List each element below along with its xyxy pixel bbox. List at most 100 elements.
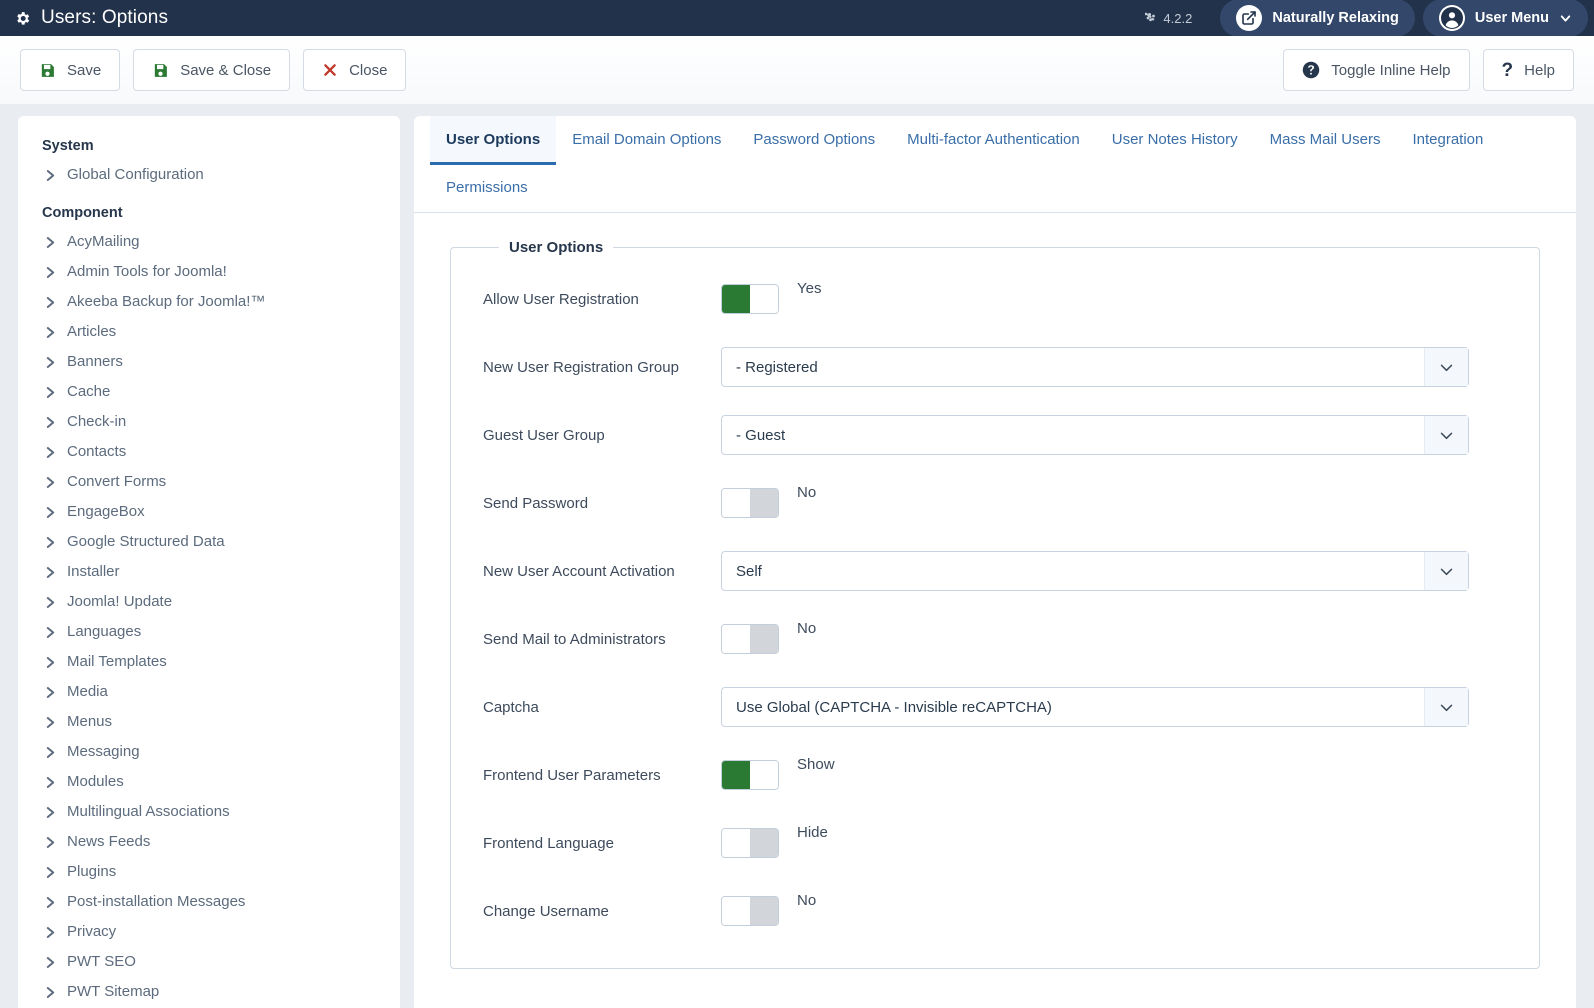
field-label: Guest User Group — [483, 426, 605, 444]
user-menu-pill[interactable]: User Menu — [1422, 0, 1588, 37]
sidebar-item-contacts[interactable]: Contacts — [18, 437, 400, 467]
tab-multi-factor-authentication[interactable]: Multi-factor Authentication — [891, 116, 1096, 165]
sidebar-item-menus[interactable]: Menus — [18, 707, 400, 737]
sidebar-item-label: Mail Templates — [67, 653, 167, 670]
chevron-down-icon — [1559, 12, 1572, 25]
field-label: Frontend User Parameters — [483, 766, 661, 784]
field-label: Frontend Language — [483, 834, 614, 852]
sidebar-item-media[interactable]: Media — [18, 677, 400, 707]
close-x-icon — [322, 62, 338, 78]
sidebar-item-installer[interactable]: Installer — [18, 557, 400, 587]
chevron-down-icon — [1424, 348, 1468, 386]
field-allow-user-registration: Allow User Registration Yes — [483, 272, 1507, 326]
chevron-right-icon — [46, 416, 55, 428]
save-button[interactable]: Save — [20, 49, 121, 91]
field-label: Send Password — [483, 494, 589, 512]
chevron-right-icon — [46, 746, 55, 758]
chevron-right-icon — [46, 956, 55, 968]
chevron-right-icon — [46, 656, 55, 668]
sidebar-item-acymailing[interactable]: AcyMailing — [18, 227, 400, 257]
action-toolbar: Save Save & Close Close Toggle Inline He — [0, 36, 1594, 104]
tab-email-domain-options[interactable]: Email Domain Options — [556, 116, 737, 165]
chevron-right-icon — [46, 596, 55, 608]
sidebar-item-modules[interactable]: Modules — [18, 767, 400, 797]
tab-integration[interactable]: Integration — [1396, 116, 1499, 165]
save-disk-icon — [39, 62, 56, 79]
sidebar-item-post-installation-messages[interactable]: Post-installation Messages — [18, 887, 400, 917]
select-value: - Registered — [736, 358, 818, 376]
sidebar-item-joomla-update[interactable]: Joomla! Update — [18, 587, 400, 617]
toggle-value-label: No — [797, 484, 817, 501]
sidebar-item-multilingual-associations[interactable]: Multilingual Associations — [18, 797, 400, 827]
change-username-toggle[interactable] — [721, 896, 779, 926]
sidebar-item-news-feeds[interactable]: News Feeds — [18, 827, 400, 857]
chevron-right-icon — [46, 926, 55, 938]
sidebar-item-check-in[interactable]: Check-in — [18, 407, 400, 437]
allow-user-registration-toggle[interactable] — [721, 284, 779, 314]
page-title-group: Users: Options — [14, 7, 168, 29]
sidebar-item-pwt-seo[interactable]: PWT SEO — [18, 947, 400, 977]
chevron-down-icon — [1424, 688, 1468, 726]
tab-mass-mail-users[interactable]: Mass Mail Users — [1254, 116, 1397, 165]
tab-user-options[interactable]: User Options — [430, 116, 557, 165]
user-options-fieldset: User Options Allow User Registration Yes… — [450, 239, 1540, 969]
sidebar-item-label: PWT SEO — [67, 953, 136, 970]
field-label: Change Username — [483, 902, 609, 920]
save-button-label: Save — [67, 61, 102, 79]
new-user-account-activation-select[interactable]: Self — [721, 551, 1469, 591]
chevron-right-icon — [46, 326, 55, 338]
sidebar-item-admin-tools[interactable]: Admin Tools for Joomla! — [18, 257, 400, 287]
close-button-label: Close — [349, 61, 388, 79]
field-new-user-registration-group: New User Registration Group - Registered — [483, 340, 1507, 394]
chevron-right-icon — [46, 986, 55, 998]
sidebar-item-plugins[interactable]: Plugins — [18, 857, 400, 887]
sidebar-item-global-configuration[interactable]: Global Configuration — [18, 160, 400, 190]
sidebar-item-google-structured-data[interactable]: Google Structured Data — [18, 527, 400, 557]
sidebar-item-articles[interactable]: Articles — [18, 317, 400, 347]
frontend-language-toggle[interactable] — [721, 828, 779, 858]
chevron-right-icon — [46, 236, 55, 248]
new-user-registration-group-select[interactable]: - Registered — [721, 347, 1469, 387]
close-button[interactable]: Close — [303, 49, 407, 91]
sidebar-item-pwt-sitemap[interactable]: PWT Sitemap — [18, 977, 400, 1007]
send-mail-to-administrators-toggle[interactable] — [721, 624, 779, 654]
frontend-user-parameters-toggle[interactable] — [721, 760, 779, 790]
field-change-username: Change Username No — [483, 884, 1507, 938]
sidebar-item-label: Admin Tools for Joomla! — [67, 263, 227, 280]
sidebar-item-messaging[interactable]: Messaging — [18, 737, 400, 767]
header-right-group: 4.2.2 Naturally Relaxing User Menu — [1145, 0, 1594, 37]
sidebar-item-akeeba-backup[interactable]: Akeeba Backup for Joomla!™ — [18, 287, 400, 317]
sidebar-item-languages[interactable]: Languages — [18, 617, 400, 647]
sidebar-item-label: Joomla! Update — [67, 593, 173, 610]
sidebar-item-privacy[interactable]: Privacy — [18, 917, 400, 947]
sidebar-item-label: Global Configuration — [67, 166, 204, 183]
send-password-toggle[interactable] — [721, 488, 779, 518]
toggle-value-label: No — [797, 620, 817, 637]
site-name-pill[interactable]: Naturally Relaxing — [1220, 0, 1415, 37]
chevron-down-icon — [1424, 416, 1468, 454]
sidebar-item-mail-templates[interactable]: Mail Templates — [18, 647, 400, 677]
chevron-right-icon — [46, 386, 55, 398]
sidebar-item-cache[interactable]: Cache — [18, 377, 400, 407]
sidebar-item-label: Google Structured Data — [67, 533, 225, 550]
tab-permissions[interactable]: Permissions — [430, 164, 570, 213]
field-label: New User Registration Group — [483, 358, 679, 376]
save-close-button[interactable]: Save & Close — [133, 49, 291, 91]
captcha-select[interactable]: Use Global (CAPTCHA - Invisible reCAPTCH… — [721, 687, 1469, 727]
sidebar-item-convert-forms[interactable]: Convert Forms — [18, 467, 400, 497]
sidebar-item-banners[interactable]: Banners — [18, 347, 400, 377]
sidebar-item-label: Multilingual Associations — [67, 803, 230, 820]
toggle-inline-help-label: Toggle Inline Help — [1331, 61, 1451, 79]
tab-password-options[interactable]: Password Options — [737, 116, 891, 165]
help-button[interactable]: ? Help — [1482, 49, 1574, 91]
toggle-inline-help-button[interactable]: Toggle Inline Help — [1283, 49, 1470, 91]
chevron-right-icon — [46, 566, 55, 578]
tab-user-notes-history[interactable]: User Notes History — [1096, 116, 1254, 165]
sidebar-item-engagebox[interactable]: EngageBox — [18, 497, 400, 527]
sidebar-item-label: Modules — [67, 773, 124, 790]
toolbar-right-group: Toggle Inline Help ? Help — [1270, 49, 1574, 91]
field-frontend-language: Frontend Language Hide — [483, 816, 1507, 870]
field-guest-user-group: Guest User Group - Guest — [483, 408, 1507, 462]
field-captcha: Captcha Use Global (CAPTCHA - Invisible … — [483, 680, 1507, 734]
guest-user-group-select[interactable]: - Guest — [721, 415, 1469, 455]
